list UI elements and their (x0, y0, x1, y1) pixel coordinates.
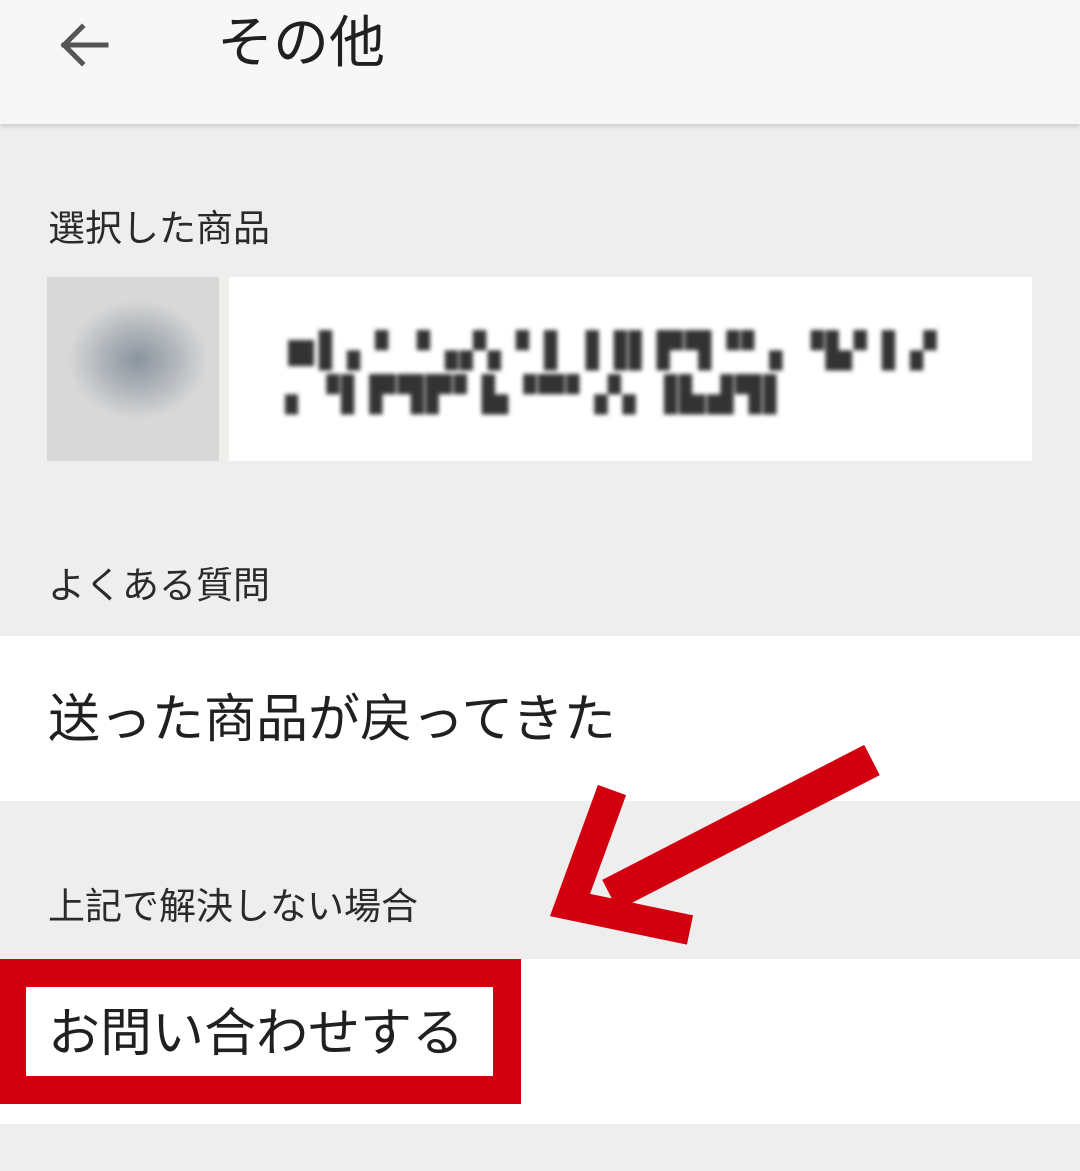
contact-us-row[interactable]: お問い合わせする (0, 959, 1080, 1124)
product-name-line-1: ■▌▖▘▝▗▞▖▘▌▐▐▌▛▜▝▘▖▝▙▘▌▞ (285, 331, 939, 371)
product-name-line-2: ▖▝▌▛▜▛▘▙▝▀▘▞▖▐▙▟▜▌ (285, 375, 792, 415)
arrow-left-icon (60, 23, 109, 67)
product-thumbnail (47, 277, 229, 461)
page-title: その他 (217, 11, 385, 76)
selected-product-heading: 選択した商品 (48, 207, 270, 250)
app-bar: その他 (0, 0, 1080, 124)
faq-item-returned-product[interactable]: 送った商品が戻ってきた (0, 636, 1080, 801)
unresolved-heading: 上記で解決しない場合 (48, 885, 418, 928)
contact-us-label: お問い合わせする (48, 1004, 465, 1064)
selected-product-card[interactable]: ■▌▖▘▝▗▞▖▘▌▐▐▌▛▜▝▘▖▝▙▘▌▞ ▖▝▌▛▜▛▘▙▝▀▘▞▖▐▙▟… (47, 277, 1032, 461)
faq-heading: よくある質問 (48, 564, 270, 607)
product-name: ■▌▖▘▝▗▞▖▘▌▐▐▌▛▜▝▘▖▝▙▘▌▞ ▖▝▌▛▜▛▘▙▝▀▘▞▖▐▙▟… (285, 329, 975, 417)
back-button[interactable] (46, 14, 122, 76)
faq-item-label: 送った商品が戻ってきた (48, 690, 616, 750)
